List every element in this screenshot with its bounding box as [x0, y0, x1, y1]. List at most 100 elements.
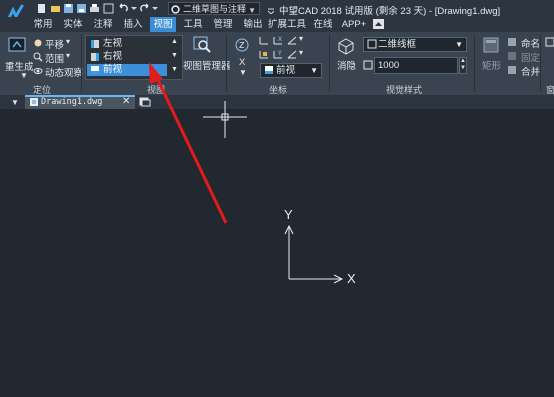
close-icon[interactable]: ✕: [122, 95, 130, 109]
tab-view[interactable]: 视图: [150, 17, 176, 32]
range-button[interactable]: 范围: [45, 51, 64, 65]
expand-list-icon[interactable]: ▼: [171, 66, 178, 73]
active-tab-indicator: [25, 95, 135, 97]
hand-icon: [33, 38, 43, 51]
tab-insert[interactable]: 插入: [120, 17, 146, 32]
ucs-world-icon[interactable]: [258, 49, 270, 63]
ucs-view-value: 前视: [276, 65, 296, 76]
chevron-down-icon: ▼: [455, 40, 463, 49]
size-input[interactable]: 1000: [374, 57, 458, 74]
ucs-object-icon[interactable]: [286, 49, 298, 63]
ucs-x-icon[interactable]: X: [272, 35, 284, 49]
view-manager-button[interactable]: [193, 36, 213, 54]
left-view-icon: [90, 39, 100, 52]
svg-text:Z: Z: [239, 41, 245, 50]
document-tab-label: Drawing1.dwg: [41, 97, 103, 107]
rename-icon: [507, 37, 517, 50]
tab-manage[interactable]: 管理: [210, 17, 236, 32]
save-icon[interactable]: [63, 3, 74, 14]
undo-icon[interactable]: [118, 3, 129, 14]
chevron-down-icon[interactable]: ▼: [239, 68, 247, 77]
ucs-axis-button[interactable]: X: [239, 57, 245, 68]
hide-icon[interactable]: [337, 37, 355, 58]
ucs-dropdown-icon[interactable]: ▾: [299, 48, 303, 57]
visual-style-value: 二维线框: [378, 39, 417, 50]
tab-menu-icon[interactable]: ▼: [11, 98, 19, 107]
view-manager-icon: [193, 36, 211, 53]
rect-label: 矩形: [482, 61, 502, 72]
rename-button[interactable]: 命名: [521, 36, 540, 50]
print-icon[interactable]: [89, 3, 100, 14]
document-tab[interactable]: Drawing1.dwg ✕: [25, 95, 135, 109]
tab-tools[interactable]: 工具: [180, 17, 206, 32]
regen-button[interactable]: [8, 37, 28, 55]
pan-button[interactable]: 平移: [45, 37, 64, 51]
svg-text:Y: Y: [277, 50, 282, 57]
customize-toolbar-icon[interactable]: [267, 5, 275, 15]
minimize-ribbon-button[interactable]: [373, 19, 384, 29]
tab-app-plus[interactable]: APP+: [340, 17, 368, 32]
size-icon: [363, 60, 373, 73]
wireframe-icon: [367, 39, 377, 53]
tile-windows-icon[interactable]: [483, 37, 499, 56]
ucs-y-label: Y: [284, 207, 293, 222]
chevron-down-icon: ▼: [310, 66, 318, 75]
pan-dropdown-icon[interactable]: ▾: [66, 37, 70, 46]
dock-icon: [507, 51, 517, 64]
tab-solid[interactable]: 实体: [60, 17, 86, 32]
ucs-dropdown-icon[interactable]: ▾: [299, 34, 303, 43]
ucs-y-icon[interactable]: Y: [272, 49, 284, 63]
plot-preview-icon[interactable]: [103, 3, 114, 14]
window-icon[interactable]: [545, 37, 554, 50]
tab-annotate[interactable]: 注释: [90, 17, 116, 32]
zoom-extents-icon: [33, 52, 43, 65]
front-view-icon: [264, 65, 274, 79]
panel-separator: [329, 34, 330, 92]
workspace-label: 二维草图与注释: [183, 4, 247, 14]
merge-button[interactable]: 合并: [521, 64, 540, 78]
tab-common[interactable]: 常用: [32, 17, 54, 32]
svg-text:X: X: [278, 36, 282, 43]
visual-style-select[interactable]: 二维线框 ▼: [363, 37, 467, 52]
merge-icon: [507, 65, 517, 78]
tab-extended-tools[interactable]: 扩展工具: [268, 17, 306, 32]
size-spinner[interactable]: ▲ ▼: [459, 57, 467, 74]
save-as-icon[interactable]: [76, 3, 87, 14]
ucs-x-label: X: [347, 271, 356, 286]
regen-icon: [8, 37, 26, 52]
tab-online[interactable]: 在线: [310, 17, 336, 32]
panel-separator: [540, 34, 541, 92]
open-folder-icon[interactable]: [50, 3, 61, 14]
ucs-icon[interactable]: Z: [233, 37, 251, 56]
chevron-down-icon[interactable]: ▼: [20, 71, 28, 80]
redo-icon[interactable]: [139, 3, 150, 14]
view-manager-label: 视图管理器: [183, 61, 231, 72]
ucs-3point-icon[interactable]: [286, 35, 298, 49]
orbit-icon: [33, 66, 43, 79]
window-title: 中望CAD 2018 试用版 (剩余 23 天) - [Drawing1.dwg…: [279, 6, 501, 17]
undo-dropdown-icon[interactable]: [131, 3, 137, 14]
size-value: 1000: [378, 60, 400, 71]
drawing-canvas[interactable]: [0, 109, 554, 397]
right-view-icon: [90, 52, 100, 65]
ucs-origin-icon[interactable]: [258, 35, 270, 49]
workspace-select[interactable]: 二维草图与注释 ▼: [168, 2, 260, 15]
front-view-icon: [90, 65, 100, 78]
dock-button[interactable]: 固定: [521, 50, 540, 64]
chevron-up-icon: [375, 22, 382, 26]
scroll-up-icon[interactable]: ▲: [171, 38, 178, 45]
chevron-down-icon: ▼: [248, 6, 256, 15]
range-dropdown-icon[interactable]: ▾: [66, 51, 70, 60]
named-views-list[interactable]: 左视 右视 前视 ▲ ▼ ▼: [85, 35, 183, 80]
dynamic-orbit-button[interactable]: 动态观察: [45, 65, 83, 79]
hide-button[interactable]: 消隐: [337, 58, 356, 72]
new-tab-icon: [139, 97, 151, 107]
new-file-icon[interactable]: [36, 3, 47, 14]
panel-separator: [226, 34, 227, 92]
scroll-down-icon[interactable]: ▼: [171, 52, 178, 59]
tab-output[interactable]: 输出: [240, 17, 266, 32]
ucs-view-select[interactable]: 前视 ▼: [260, 63, 322, 78]
redo-dropdown-icon[interactable]: [152, 3, 158, 14]
panel-separator: [474, 34, 475, 92]
panel-separator: [81, 34, 82, 92]
